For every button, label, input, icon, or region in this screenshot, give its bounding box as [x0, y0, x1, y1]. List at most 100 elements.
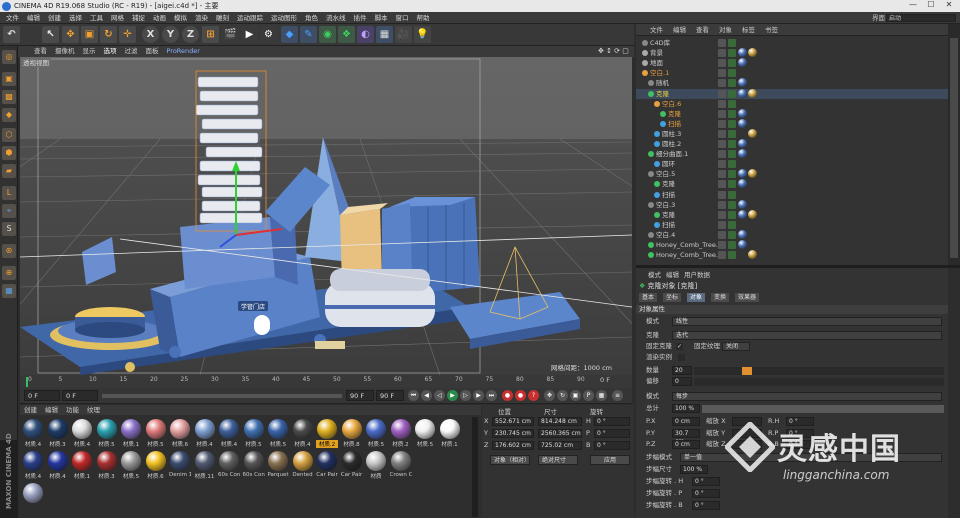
pla-key-icon[interactable]: ▦ [596, 390, 607, 401]
next-frame-icon[interactable]: ▷ [460, 390, 471, 401]
viewport-menu-item[interactable]: 显示 [79, 46, 100, 57]
object-row[interactable]: 空白.4 [636, 229, 948, 240]
step-rot-b-field[interactable]: 0 ° [692, 501, 720, 510]
enable-toggle[interactable] [728, 109, 736, 118]
material-tag-icon[interactable] [748, 88, 757, 98]
mode2-select[interactable]: 每步 [672, 392, 942, 401]
viewport-menu-item[interactable]: 查看 [30, 46, 51, 57]
menu-item[interactable]: 插件 [350, 12, 371, 24]
material-swatch[interactable]: 材质.8 [341, 419, 363, 449]
object-menu-item[interactable]: 标签 [737, 24, 760, 36]
menu-item[interactable]: 文件 [2, 12, 23, 24]
menu-item[interactable]: 渲染 [191, 12, 212, 24]
menu-item[interactable]: 捕捉 [128, 12, 149, 24]
render-icon[interactable]: ▶ [241, 26, 258, 43]
enable-toggle[interactable] [728, 39, 736, 47]
render-view-icon[interactable]: 🎬 [222, 26, 239, 43]
lock-workplane-icon[interactable]: ⊕ [2, 266, 16, 280]
count-slider[interactable] [694, 367, 944, 375]
current-frame-field[interactable]: 0 F [62, 390, 98, 401]
object-row[interactable]: 随机 [636, 78, 948, 88]
total-slider[interactable] [702, 405, 944, 413]
material-swatch[interactable]: 材质.4 [47, 451, 69, 481]
menu-item[interactable]: 工具 [86, 12, 107, 24]
object-menu-item[interactable]: 文件 [636, 24, 668, 36]
coord-size-field[interactable]: 814.248 cm [538, 417, 582, 426]
sculpt-icon[interactable]: ⊛ [2, 244, 16, 258]
rotate-key-icon[interactable]: ↻ [557, 390, 568, 401]
attr-menu-item[interactable]: 用户数据 [684, 269, 710, 279]
light-icon[interactable]: 💡 [414, 26, 431, 43]
material-tag-icon[interactable] [738, 229, 747, 239]
object-row[interactable]: 扫描 [636, 118, 948, 129]
move-icon[interactable]: ✥ [62, 26, 79, 43]
menu-item[interactable]: 模拟 [170, 12, 191, 24]
menu-item[interactable]: 流水线 [322, 12, 350, 24]
param-key-icon[interactable]: P [583, 390, 594, 401]
apply-button[interactable]: 应用 [590, 455, 630, 465]
viewport-menu-item[interactable]: 过滤 [121, 46, 142, 57]
object-row[interactable]: 背景 [636, 48, 948, 58]
enable-toggle[interactable] [728, 150, 736, 159]
material-swatch[interactable]: 材质.6 [145, 451, 167, 481]
material-menu-item[interactable]: 创建 [20, 405, 41, 415]
deformer-icon[interactable]: ◐ [357, 26, 374, 43]
object-row[interactable]: 克隆 [636, 179, 948, 189]
object-row[interactable]: 空白.1 [636, 68, 948, 78]
polygons-mode-icon[interactable]: ▰ [2, 164, 16, 178]
offset-field[interactable]: 0 [672, 377, 692, 386]
object-menu-item[interactable]: 查看 [691, 24, 714, 36]
material-tag-icon[interactable] [738, 169, 747, 179]
material-swatch[interactable]: Crown C [390, 451, 412, 481]
enable-toggle[interactable] [728, 140, 736, 148]
position-field[interactable]: 0 cm [672, 417, 700, 426]
menu-item[interactable]: 角色 [301, 12, 322, 24]
menu-item[interactable]: 窗口 [392, 12, 413, 24]
material-tag-icon[interactable] [738, 118, 747, 128]
material-swatch[interactable]: 材质.5 [145, 419, 167, 449]
material-swatch[interactable]: 材质.4 [22, 451, 44, 481]
visibility-toggle[interactable] [718, 230, 726, 239]
max-frame-field[interactable]: 90 F [376, 390, 404, 401]
material-swatch[interactable]: 材质.3 [96, 451, 118, 481]
visibility-toggle[interactable] [718, 200, 726, 209]
material-swatch[interactable]: 材质.4 [71, 419, 93, 449]
go-end-icon[interactable]: ⏭ [486, 390, 497, 401]
coord-icon[interactable]: ⊞ [202, 26, 219, 43]
material-tag-icon[interactable] [738, 139, 747, 148]
object-row[interactable]: 扫描 [636, 190, 948, 200]
visibility-toggle[interactable] [718, 39, 726, 47]
object-row[interactable]: 细分曲面.1 [636, 149, 948, 159]
step-rot-p-field[interactable]: 0 ° [692, 489, 720, 498]
material-swatch[interactable]: 材质 [365, 451, 387, 481]
total-field[interactable]: 100 % [672, 404, 700, 413]
visibility-toggle[interactable] [718, 220, 726, 229]
enable-toggle[interactable] [728, 180, 736, 189]
fix-texture-select[interactable]: 关闭 [722, 342, 750, 351]
grid-icon[interactable]: ▦ [2, 284, 16, 298]
object-row[interactable]: 克隆 [636, 88, 948, 99]
offset-slider[interactable] [694, 378, 944, 386]
visibility-toggle[interactable] [718, 251, 726, 260]
enable-toggle[interactable] [728, 230, 736, 239]
object-row[interactable]: 圆柱.2 [636, 139, 948, 149]
material-tag-icon[interactable] [738, 209, 747, 219]
range-slider[interactable] [102, 394, 342, 398]
visibility-toggle[interactable] [718, 180, 726, 189]
visibility-toggle[interactable] [718, 59, 726, 68]
make-editable-icon[interactable]: ◎ [2, 50, 16, 64]
attr-tab[interactable]: 效果器 [735, 293, 760, 302]
enable-toggle[interactable] [728, 59, 736, 68]
close-button[interactable]: ✕ [942, 0, 956, 12]
coord-position-field[interactable]: 552.671 cm [492, 417, 534, 426]
scale-key-icon[interactable]: ▣ [570, 390, 581, 401]
viewport-menu-item[interactable]: 摄像机 [51, 46, 79, 57]
material-swatch[interactable]: 60s Con [218, 451, 240, 481]
layout-select[interactable]: 启动 [886, 14, 956, 22]
visibility-toggle[interactable] [718, 160, 726, 169]
coord-rotation-field[interactable]: 0 ° [594, 441, 630, 450]
material-swatch[interactable]: 材质.2 [390, 419, 412, 449]
material-swatch[interactable]: 材质.11 [194, 451, 216, 481]
material-tag-icon[interactable] [748, 128, 757, 138]
step-rot-h-field[interactable]: 0 ° [692, 477, 720, 486]
